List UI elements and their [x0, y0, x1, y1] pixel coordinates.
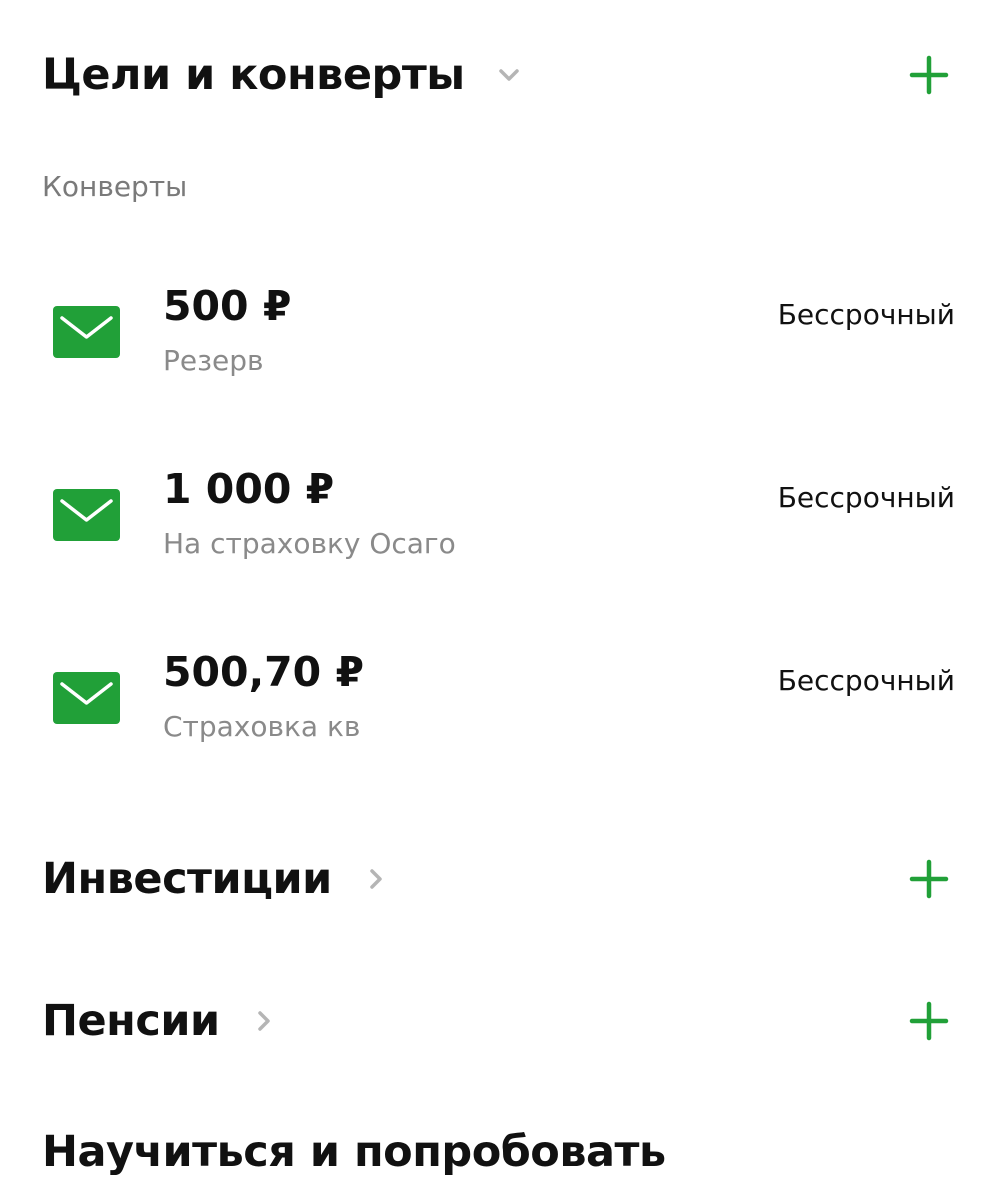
add-goal-button[interactable]	[909, 55, 949, 95]
envelopes-subheading: Конверты	[42, 170, 188, 203]
envelope-icon	[53, 489, 120, 541]
envelope-amount: 500 ₽	[163, 282, 292, 330]
investments-section-header[interactable]: Инвестиции	[42, 852, 949, 906]
add-investment-button[interactable]	[909, 859, 949, 899]
envelope-amount: 1 000 ₽	[163, 465, 335, 513]
plus-icon	[909, 55, 949, 95]
add-pension-button[interactable]	[909, 1001, 949, 1041]
learn-section-header[interactable]: Научиться и попробовать	[42, 1124, 949, 1180]
envelope-term: Бессрочный	[777, 298, 955, 331]
goals-section-header[interactable]: Цели и конверты	[42, 48, 949, 102]
envelope-name: Страховка кв	[163, 710, 361, 743]
chevron-right-icon[interactable]	[250, 1007, 278, 1035]
envelope-icon	[53, 306, 120, 358]
chevron-down-icon[interactable]	[495, 61, 523, 89]
goals-section-title: Цели и конверты	[42, 50, 465, 100]
envelope-item[interactable]: 500 ₽ Резерв Бессрочный	[0, 282, 997, 392]
envelope-name: На страховку Осаго	[163, 527, 456, 560]
envelope-name: Резерв	[163, 344, 264, 377]
envelope-icon	[53, 672, 120, 724]
plus-icon	[909, 859, 949, 899]
investments-section-title: Инвестиции	[42, 854, 332, 904]
envelope-item[interactable]: 1 000 ₽ На страховку Осаго Бессрочный	[0, 465, 997, 575]
envelope-term: Бессрочный	[777, 664, 955, 697]
chevron-right-icon[interactable]	[362, 865, 390, 893]
plus-icon	[909, 1001, 949, 1041]
pensions-section-header[interactable]: Пенсии	[42, 994, 949, 1048]
envelope-amount: 500,70 ₽	[163, 648, 365, 696]
learn-section-title: Научиться и попробовать	[42, 1127, 666, 1177]
pensions-section-title: Пенсии	[42, 996, 220, 1046]
envelope-term: Бессрочный	[777, 481, 955, 514]
envelope-item[interactable]: 500,70 ₽ Страховка кв Бессрочный	[0, 648, 997, 758]
